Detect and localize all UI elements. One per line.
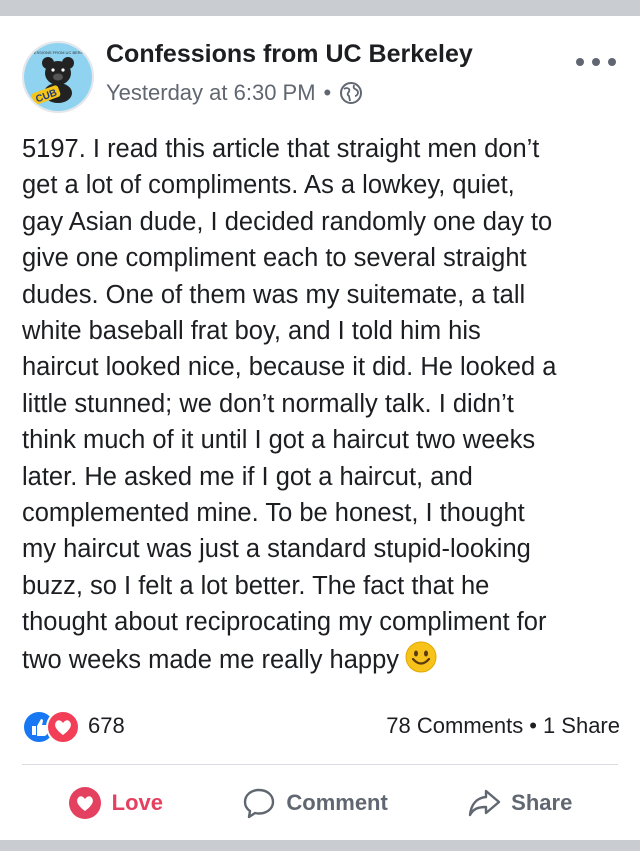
post-card: CONFESSIONS FROM UC BERKELEY CUB Confess… xyxy=(0,16,640,840)
share-icon xyxy=(468,789,501,817)
comment-icon xyxy=(244,788,275,819)
action-bar: Love Comment Share xyxy=(0,773,640,833)
page-avatar[interactable]: CONFESSIONS FROM UC BERKELEY CUB xyxy=(22,41,94,113)
reaction-count: 678 xyxy=(88,713,125,738)
share-label: Share xyxy=(511,790,573,815)
engagement-counts: 78 Comments • 1 Share xyxy=(386,713,620,739)
love-icon xyxy=(68,787,101,819)
stats-separator: • xyxy=(529,713,537,738)
svg-text:CONFESSIONS FROM UC BERKELEY: CONFESSIONS FROM UC BERKELEY xyxy=(24,50,92,55)
more-dot-icon xyxy=(576,58,584,66)
post-text: 5197. I read this article that straight … xyxy=(22,135,557,674)
love-button[interactable]: Love xyxy=(68,786,163,820)
actions-divider xyxy=(22,764,618,765)
post-timestamp[interactable]: Yesterday at 6:30 PM xyxy=(106,80,316,106)
love-label: Love xyxy=(111,790,164,815)
reaction-icons xyxy=(22,710,80,744)
more-dot-icon xyxy=(592,58,600,66)
meta-separator: • xyxy=(323,80,332,105)
post-stats: 678 78 Comments • 1 Share xyxy=(22,708,620,744)
more-dot-icon xyxy=(608,58,616,66)
shares-count-link[interactable]: 1 Share xyxy=(543,713,620,739)
reactions-summary[interactable]: 678 xyxy=(22,710,125,744)
love-reaction-icon xyxy=(46,710,80,744)
comments-count-link[interactable]: 78 Comments xyxy=(386,713,523,739)
bear-logo-icon: CONFESSIONS FROM UC BERKELEY CUB xyxy=(24,43,92,111)
more-options-button[interactable] xyxy=(576,52,616,72)
post-meta: Yesterday at 6:30 PM • xyxy=(106,78,363,108)
share-button[interactable]: Share xyxy=(467,786,572,820)
comment-label: Comment xyxy=(286,790,388,815)
comment-button[interactable]: Comment xyxy=(242,786,388,820)
smiley-emoji-icon xyxy=(405,641,437,673)
globe-icon[interactable] xyxy=(339,81,363,105)
page-name-link[interactable]: Confessions from UC Berkeley xyxy=(106,40,473,69)
post-header: CONFESSIONS FROM UC BERKELEY CUB Confess… xyxy=(0,16,640,126)
post-text-block: 5197. I read this article that straight … xyxy=(22,131,622,678)
